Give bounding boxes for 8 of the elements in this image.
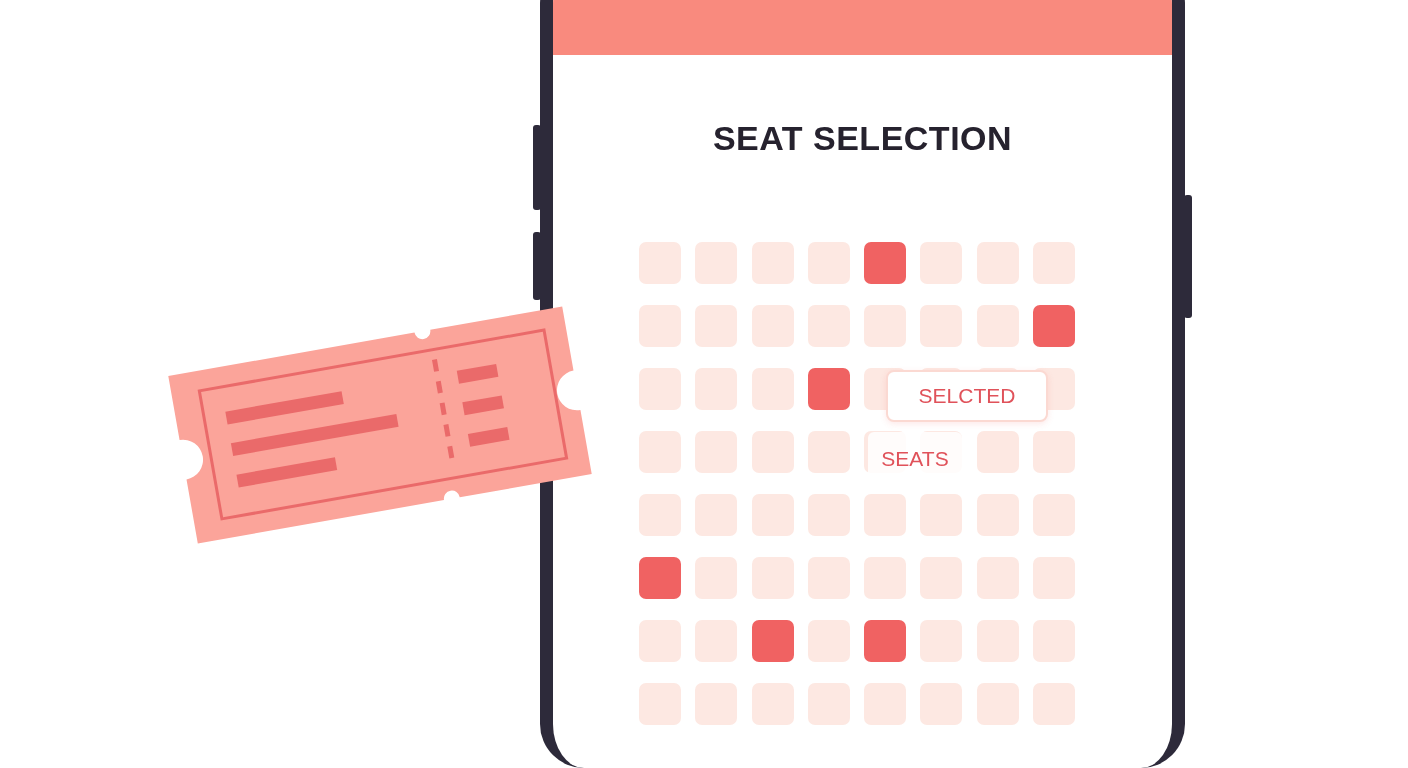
seat[interactable] <box>807 368 850 410</box>
seat[interactable] <box>639 557 681 599</box>
seat[interactable] <box>1033 305 1076 347</box>
seat[interactable] <box>864 242 907 284</box>
seat[interactable] <box>864 620 907 662</box>
screen-title: SEAT SELECTION <box>711 118 1014 159</box>
seat[interactable] <box>751 620 794 662</box>
selection-tooltip: SELCTED <box>886 370 1048 422</box>
